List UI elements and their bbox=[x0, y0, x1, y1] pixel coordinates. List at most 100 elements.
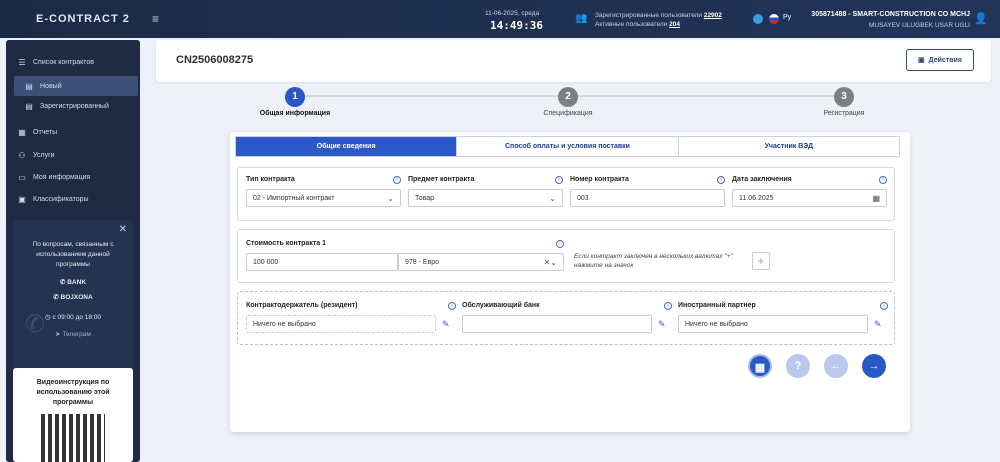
actions-icon: ▣ bbox=[918, 57, 925, 64]
current-date: 11-06-2025, среда bbox=[485, 10, 540, 17]
contract-number-input[interactable]: 003 bbox=[570, 189, 725, 207]
registered-users-label: Зарегистрированные пользователи bbox=[595, 12, 703, 19]
current-time: 14:49:36 bbox=[490, 19, 543, 32]
participants-group: Контрактодержатель (резидент) i Ничего н… bbox=[237, 291, 895, 345]
document-button[interactable]: ▦ bbox=[748, 354, 772, 378]
help-bojxona[interactable]: ✆ BOJXONA bbox=[13, 293, 133, 301]
step-registration[interactable]: 3 Регистрация bbox=[804, 87, 884, 117]
main-content: CN2506008275 ▣ Действия 1 Общая информац… bbox=[150, 40, 995, 462]
info-icon[interactable]: i bbox=[448, 302, 456, 310]
edit-pencil-icon[interactable]: ✎ bbox=[874, 319, 882, 330]
sidebar-item-registered[interactable]: ▤ Зарегистрированный bbox=[6, 96, 140, 116]
sidebar-item-label: Новый bbox=[40, 82, 62, 90]
info-icon[interactable]: i bbox=[880, 302, 888, 310]
back-button[interactable]: ← bbox=[824, 354, 848, 378]
contract-details-group: Тип контракта i 02 - Импортный контракт ⌄… bbox=[237, 167, 895, 221]
step-number: 3 bbox=[834, 87, 854, 107]
next-button[interactable]: → bbox=[862, 354, 886, 378]
sidebar-item-label: Список контрактов bbox=[33, 58, 95, 66]
contract-holder-field: Контрактодержатель (резидент) i Ничего н… bbox=[246, 302, 456, 333]
info-icon[interactable]: i bbox=[556, 240, 564, 248]
add-currency-button[interactable]: + bbox=[752, 252, 770, 270]
qr-code[interactable] bbox=[41, 414, 105, 462]
actions-button[interactable]: ▣ Действия bbox=[906, 49, 974, 71]
clear-chevron-icon[interactable]: ✕⌄ bbox=[544, 258, 557, 267]
contract-type-field: Тип контракта i 02 - Импортный контракт ⌄ bbox=[246, 176, 401, 207]
sidebar-item-label: Классификаторы bbox=[33, 195, 89, 203]
contract-form-card: Общие сведения Способ оплаты и условия п… bbox=[230, 132, 910, 432]
chevron-down-icon: ⌄ bbox=[549, 193, 556, 203]
subject-select[interactable]: Товар ⌄ bbox=[408, 189, 563, 207]
sidebar-item-services[interactable]: ⚇ Услуги bbox=[6, 145, 140, 165]
help-hours: ◷ с 09:00 до 18:00 bbox=[13, 313, 133, 321]
help-telegram-link[interactable]: ➤ Телеграм bbox=[13, 330, 133, 338]
arrow-left-icon: ← bbox=[830, 360, 842, 372]
step-label: Спецификация bbox=[543, 110, 593, 117]
telegram-icon[interactable] bbox=[753, 14, 763, 24]
phone-icon: ✆ bbox=[53, 294, 61, 301]
field-label: Иностранный партнер bbox=[678, 302, 756, 309]
step-label: Регистрация bbox=[823, 110, 865, 117]
sidebar-item-label: Зарегистрированный bbox=[40, 102, 109, 110]
document-check-icon: ▤ bbox=[25, 101, 33, 111]
app-brand[interactable]: E-CONTRACT 2 bbox=[36, 13, 130, 25]
info-icon[interactable]: i bbox=[555, 176, 563, 184]
sidebar-item-label: Моя информация bbox=[33, 173, 91, 181]
tab-payment-delivery[interactable]: Способ оплаты и условия поставки bbox=[457, 137, 679, 156]
users-icon: 👥 bbox=[575, 13, 588, 24]
sidebar-item-reports[interactable]: ▦ Отчеты bbox=[6, 122, 140, 142]
info-icon[interactable]: i bbox=[393, 176, 401, 184]
arrow-right-icon: → bbox=[868, 360, 880, 372]
close-icon[interactable]: ✕ bbox=[119, 224, 127, 235]
edit-pencil-icon[interactable]: ✎ bbox=[442, 319, 450, 330]
tab-general-info[interactable]: Общие сведения bbox=[236, 137, 458, 156]
list-icon: ☰ bbox=[18, 57, 26, 67]
calendar-icon[interactable]: ▦ bbox=[872, 194, 880, 203]
sidebar-item-contract-list[interactable]: ☰ Список контрактов bbox=[6, 52, 140, 72]
edit-pencil-icon[interactable]: ✎ bbox=[658, 319, 666, 330]
foreign-partner-field: Иностранный партнер i Ничего не выбрано bbox=[678, 302, 888, 333]
step-general-info[interactable]: 1 Общая информация bbox=[255, 87, 335, 117]
step-number: 2 bbox=[558, 87, 578, 107]
tab-participant[interactable]: Участник ВЭД bbox=[678, 137, 899, 156]
contract-date-input[interactable]: 11.06.2025 ▦ bbox=[732, 189, 887, 207]
field-label: Стоимость контракта 1 bbox=[246, 240, 326, 247]
active-users-count: 204 bbox=[669, 21, 680, 28]
user-name: MUSAYEV ULUGBEK USAR UGLI bbox=[868, 22, 970, 29]
field-label: Предмет контракта bbox=[408, 176, 475, 183]
info-icon[interactable]: i bbox=[879, 176, 887, 184]
report-icon: ▦ bbox=[18, 127, 26, 137]
help-bank[interactable]: ✆ BANK bbox=[13, 278, 133, 286]
step-specification[interactable]: 2 Спецификация bbox=[528, 87, 608, 117]
input-value: 003 bbox=[577, 194, 589, 202]
user-profile-icon[interactable]: 👤 bbox=[974, 12, 988, 25]
russian-flag-icon[interactable] bbox=[769, 14, 779, 24]
contract-cost-field: Стоимость контракта 1 i 100 000 978 - Ев… bbox=[246, 240, 564, 271]
language-selector[interactable]: Ру bbox=[783, 14, 791, 21]
help-button[interactable]: ? bbox=[786, 354, 810, 378]
cost-inputs: 100 000 978 - Евро ✕⌄ bbox=[246, 250, 564, 271]
help-bank-label: BANK bbox=[67, 279, 87, 286]
foreign-partner-select[interactable]: Ничего не выбрано bbox=[678, 315, 868, 333]
sidebar-item-my-info[interactable]: ▭ Моя информация bbox=[6, 167, 140, 187]
input-value: 100 000 bbox=[253, 258, 279, 266]
info-icon[interactable]: i bbox=[717, 176, 725, 184]
contract-type-select[interactable]: 02 - Импортный контракт ⌄ bbox=[246, 189, 401, 207]
select-value: 02 - Импортный контракт bbox=[253, 194, 335, 202]
select-value: 978 - Евро bbox=[405, 258, 440, 266]
classifier-icon: ▣ bbox=[18, 194, 26, 204]
serving-bank-input[interactable] bbox=[462, 315, 652, 333]
currency-select[interactable]: 978 - Евро ✕⌄ bbox=[398, 253, 564, 271]
menu-toggle-icon[interactable]: ≡ bbox=[152, 12, 159, 26]
contract-date-field: Дата заключения i 11.06.2025 ▦ bbox=[732, 176, 887, 207]
active-users: Активные пользователи 204 bbox=[595, 21, 680, 28]
services-icon: ⚇ bbox=[18, 150, 26, 160]
help-hours-label: с 09:00 до 18:00 bbox=[52, 314, 102, 321]
sidebar-item-classifiers[interactable]: ▣ Классификаторы bbox=[6, 189, 140, 209]
contract-holder-select[interactable]: Ничего не выбрано bbox=[246, 315, 436, 333]
cost-amount-input[interactable]: 100 000 bbox=[246, 253, 398, 271]
sidebar-item-label: Услуги bbox=[33, 151, 55, 159]
sidebar-item-new[interactable]: ▤ Новый bbox=[14, 76, 138, 96]
active-users-label: Активные пользователи bbox=[595, 21, 668, 28]
info-icon[interactable]: i bbox=[664, 302, 672, 310]
